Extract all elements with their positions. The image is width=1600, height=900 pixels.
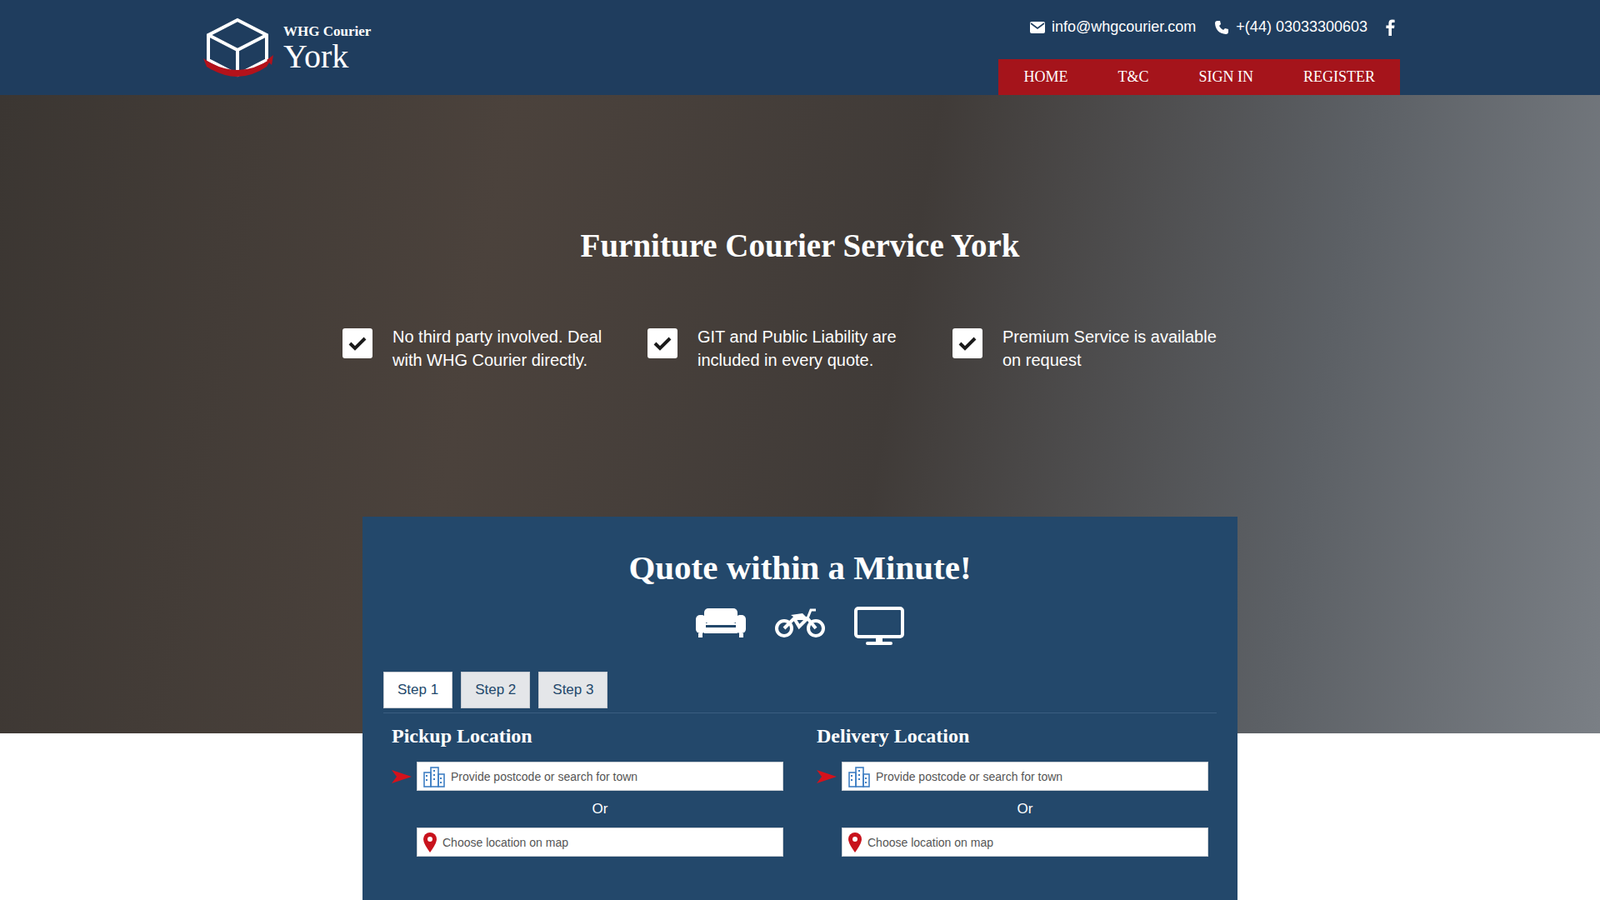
step-tabs: Step 1Step 2Step 3 (383, 671, 1217, 714)
category-icons (383, 606, 1217, 647)
building-icon (422, 765, 446, 788)
checkmark-icon (653, 335, 672, 351)
phone-icon (1214, 20, 1230, 35)
nav-item[interactable]: T&C (1092, 68, 1174, 86)
search-field[interactable] (841, 761, 1209, 791)
email-link[interactable]: info@whgcourier.com (1030, 18, 1196, 36)
checkbox (647, 328, 678, 359)
hero-title: Furniture Courier Service York (580, 226, 1020, 265)
map-row (816, 827, 1209, 857)
arrow-icon (816, 769, 837, 785)
hero: Furniture Courier Service York No third p… (0, 95, 1600, 900)
location-heading: Delivery Location (816, 723, 1209, 749)
step-tab[interactable]: Step 3 (538, 671, 608, 709)
location-columns: Pickup Location Or Delivery Location Or (383, 723, 1217, 857)
checkbox (952, 328, 983, 359)
header-inner: WHG CourierYork info@whgcourier.com +(44) … (200, 0, 1400, 95)
quote-title: Quote within a Minute! (383, 546, 1217, 589)
step-tab[interactable]: Step 1 (383, 671, 453, 709)
nav-item[interactable]: REGISTER (1278, 68, 1382, 86)
feature-text: GIT and Public Liability are included in… (697, 325, 923, 372)
location-heading: Pickup Location (391, 723, 784, 749)
monitor-icon (854, 606, 905, 647)
map-pin-icon (847, 831, 863, 854)
contact-bar: info@whgcourier.com +(44) 03033300603 (1030, 0, 1400, 36)
location-column: Delivery Location Or (808, 723, 1217, 857)
feature-item: Premium Service is available on request (952, 325, 1258, 372)
search-row (816, 761, 1209, 791)
envelope-icon (1030, 21, 1045, 34)
search-field[interactable] (416, 761, 784, 791)
map-pin-icon (847, 831, 863, 854)
map-row (391, 827, 784, 857)
logo[interactable]: WHG CourierYork (200, 0, 371, 95)
building-icon (847, 765, 871, 788)
feature-list: No third party involved. Deal with WHG C… (342, 325, 1258, 372)
pickup-search-input[interactable] (450, 766, 778, 787)
quote-panel: Quote within a Minute! Step 1Step 2Step 3… (362, 516, 1238, 900)
arrow-icon (816, 769, 837, 785)
checkbox (342, 328, 373, 359)
header: WHG CourierYork info@whgcourier.com +(44) … (0, 0, 1600, 95)
envelope-icon (1030, 21, 1045, 34)
feature-item: GIT and Public Liability are included in… (647, 325, 953, 372)
sofa-icon[interactable] (695, 606, 746, 647)
map-field[interactable] (841, 827, 1209, 857)
motorcycle-icon[interactable] (774, 606, 826, 647)
email-text: info@whgcourier.com (1051, 18, 1196, 36)
arrow-icon (391, 769, 412, 785)
nav-item[interactable]: SIGN IN (1173, 68, 1279, 86)
motorcycle-icon (774, 606, 826, 639)
monitor-icon[interactable] (854, 606, 905, 647)
delivery-search-input[interactable] (875, 766, 1203, 787)
feature-text: No third party involved. Deal with WHG C… (392, 325, 618, 372)
feature-item: No third party involved. Deal with WHG C… (342, 325, 648, 372)
sofa-icon (695, 606, 746, 639)
box-logo-icon (200, 16, 275, 82)
delivery-map-input[interactable] (867, 832, 1203, 853)
checkmark-icon (348, 335, 367, 351)
map-field[interactable] (416, 827, 784, 857)
phone-text: +(44) 03033300603 (1235, 18, 1368, 36)
box-logo-icon (200, 16, 275, 82)
checkmark-icon (348, 335, 367, 351)
pickup-map-input[interactable] (442, 832, 778, 853)
phone-icon (1214, 20, 1230, 35)
checkmark-icon (958, 335, 977, 351)
map-pin-icon (422, 831, 438, 854)
arrow-icon (391, 769, 412, 785)
location-column: Pickup Location Or (383, 723, 792, 857)
search-row (391, 761, 784, 791)
facebook-icon[interactable] (1385, 19, 1395, 36)
or-label: Or (391, 800, 784, 818)
checkmark-icon (958, 335, 977, 351)
or-label: Or (816, 800, 1209, 818)
main-nav: HOMET&CSIGN INREGISTER (998, 59, 1400, 95)
checkmark-icon (653, 335, 672, 351)
step-tab[interactable]: Step 2 (460, 671, 530, 709)
feature-text: Premium Service is available on request (1002, 325, 1228, 372)
logo-small: WHG Courier (283, 24, 371, 40)
logo-text: WHG CourierYork (283, 24, 371, 75)
header-right: info@whgcourier.com +(44) 03033300603 HOME… (998, 0, 1400, 95)
logo-large: York (283, 39, 371, 75)
map-pin-icon (422, 831, 438, 854)
building-icon (422, 765, 446, 788)
phone-link[interactable]: +(44) 03033300603 (1214, 18, 1368, 36)
nav-item[interactable]: HOME (1016, 68, 1093, 86)
building-icon (847, 765, 871, 788)
facebook-icon (1385, 19, 1395, 36)
